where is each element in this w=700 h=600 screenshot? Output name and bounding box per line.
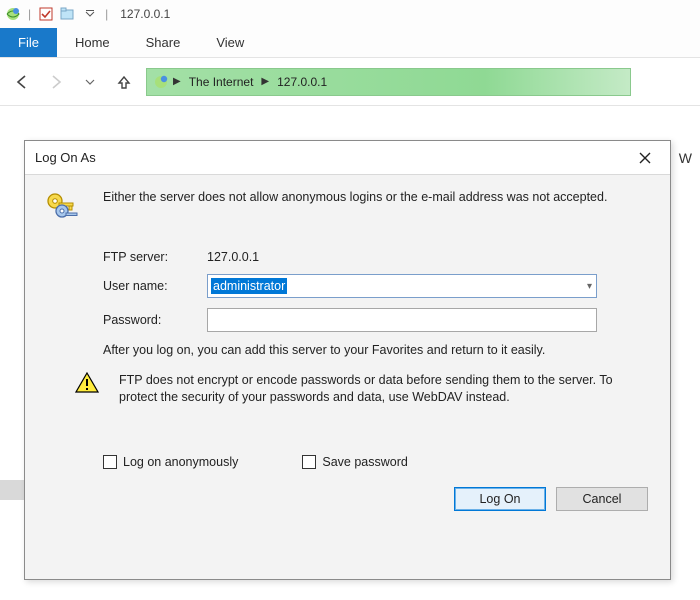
forward-button[interactable] — [44, 70, 68, 94]
tab-file[interactable]: File — [0, 28, 57, 57]
username-value: administrator — [211, 278, 287, 294]
dialog-titlebar: Log On As — [25, 141, 670, 175]
truncated-text: W — [679, 150, 692, 166]
ftp-server-label: FTP server: — [103, 250, 207, 264]
keys-icon — [41, 189, 85, 232]
location-icon — [151, 72, 171, 92]
checkbox-box — [302, 455, 316, 469]
anonymous-checkbox[interactable]: Log on anonymously — [103, 455, 238, 469]
checkbox-box — [103, 455, 117, 469]
password-label: Password: — [103, 313, 207, 327]
back-button[interactable] — [10, 70, 34, 94]
info-text: After you log on, you can add this serve… — [103, 342, 654, 360]
ribbon-tabs: File Home Share View — [0, 28, 700, 58]
dialog-message: Either the server does not allow anonymo… — [103, 189, 654, 207]
breadcrumb-root[interactable]: The Internet — [183, 75, 260, 89]
dialog-title: Log On As — [35, 150, 96, 165]
chevron-down-icon[interactable]: ▾ — [587, 281, 592, 292]
separator: | — [28, 7, 31, 21]
username-combobox[interactable]: administrator ▾ — [207, 274, 597, 298]
tab-view[interactable]: View — [198, 28, 262, 57]
username-label: User name: — [103, 279, 207, 293]
warning-text: FTP does not encrypt or encode passwords… — [119, 372, 654, 407]
new-folder-icon[interactable] — [59, 5, 77, 23]
navigation-bar: ▶ The Internet ▶ 127.0.0.1 — [0, 58, 700, 106]
nav-pane-fragment — [0, 480, 24, 500]
close-button[interactable] — [630, 146, 660, 170]
address-bar[interactable]: ▶ The Internet ▶ 127.0.0.1 — [146, 68, 631, 96]
save-password-checkbox[interactable]: Save password — [302, 455, 407, 469]
window-title: 127.0.0.1 — [120, 7, 170, 21]
logon-dialog: Log On As Either the server does not all… — [24, 140, 671, 580]
recent-locations-dropdown-icon[interactable] — [78, 70, 102, 94]
ftp-server-value: 127.0.0.1 — [207, 250, 259, 264]
separator: | — [105, 7, 108, 21]
up-button[interactable] — [112, 70, 136, 94]
properties-icon[interactable] — [37, 5, 55, 23]
tab-share[interactable]: Share — [128, 28, 199, 57]
warning-icon — [75, 372, 103, 397]
password-input[interactable] — [207, 308, 597, 332]
chevron-right-icon[interactable]: ▶ — [173, 76, 181, 87]
cancel-button[interactable]: Cancel — [556, 487, 648, 511]
chevron-right-icon[interactable]: ▶ — [261, 76, 269, 87]
app-icon — [4, 5, 22, 23]
window-titlebar: | | 127.0.0.1 — [0, 0, 700, 28]
breadcrumb-current[interactable]: 127.0.0.1 — [271, 75, 333, 89]
qat-dropdown-icon[interactable] — [81, 5, 99, 23]
dialog-body: Either the server does not allow anonymo… — [25, 175, 670, 579]
tab-home[interactable]: Home — [57, 28, 128, 57]
logon-button[interactable]: Log On — [454, 487, 546, 511]
anonymous-checkbox-label: Log on anonymously — [123, 455, 238, 469]
save-password-checkbox-label: Save password — [322, 455, 407, 469]
